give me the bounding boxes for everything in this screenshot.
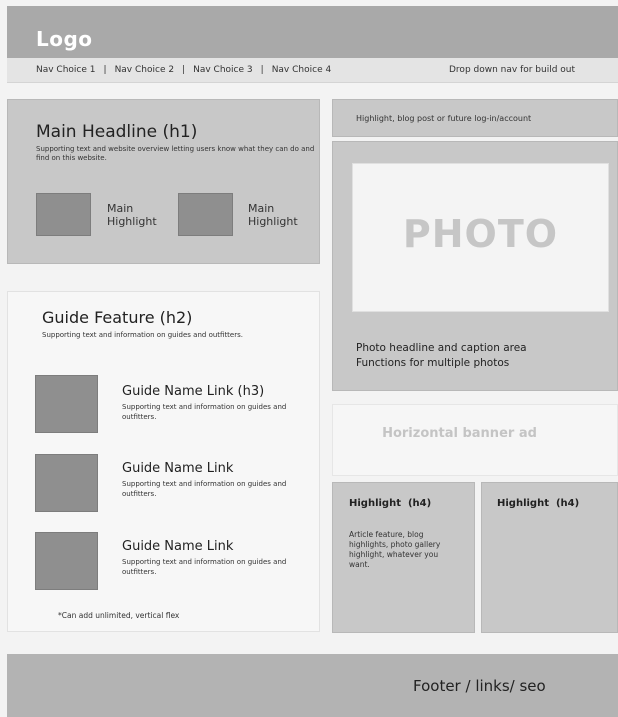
guide-support-text-3: Supporting text and information on guide… — [122, 558, 287, 576]
nav-choice-2[interactable]: Nav Choice 2 — [115, 65, 175, 75]
guide-thumbnail-1[interactable] — [35, 375, 98, 433]
main-highlight-thumbnail-1[interactable] — [36, 193, 91, 236]
logo[interactable]: Logo — [36, 27, 93, 51]
nav-separator: | — [182, 65, 186, 75]
main-headline: Main Headline (h1) — [36, 122, 198, 142]
guide-name-link-1[interactable]: Guide Name Link (h3) — [122, 384, 264, 399]
highlight-text-1: Article feature, blog highlights, photo … — [349, 530, 441, 569]
guide-feature-support-text: Supporting text and information on guide… — [42, 331, 243, 339]
guide-feature-heading: Guide Feature (h2) — [42, 308, 193, 327]
top-highlight-text: Highlight, blog post or future log-in/ac… — [356, 114, 532, 123]
photo-caption: Photo headline and caption area Function… — [356, 342, 527, 369]
guide-thumbnail-3[interactable] — [35, 532, 98, 590]
footer-links-text[interactable]: Footer / links/ seo — [413, 677, 546, 695]
nav-separator: | — [103, 65, 107, 75]
highlight-title-2: Highlight (h4) — [497, 498, 580, 509]
dropdown-nav-note: Drop down nav for build out — [449, 65, 576, 75]
highlight-title-1: Highlight (h4) — [349, 498, 432, 509]
photo-placeholder-label: PHOTO — [402, 212, 559, 256]
nav-separator: | — [260, 65, 264, 75]
nav-choice-1[interactable]: Nav Choice 1 — [36, 65, 96, 75]
main-highlight-label-1[interactable]: Main Highlight — [107, 202, 157, 228]
guide-name-link-2[interactable]: Guide Name Link — [122, 461, 233, 476]
main-headline-support-text: Supporting text and website overview let… — [36, 145, 315, 162]
guide-name-link-3[interactable]: Guide Name Link — [122, 539, 233, 554]
main-highlight-thumbnail-2[interactable] — [178, 193, 233, 236]
vertical-flex-note: *Can add unlimited, vertical flex — [58, 611, 180, 620]
guide-thumbnail-2[interactable] — [35, 454, 98, 512]
guide-support-text-2: Supporting text and information on guide… — [122, 480, 287, 498]
nav-choice-4[interactable]: Nav Choice 4 — [272, 65, 332, 75]
nav-list: Nav Choice 1 | Nav Choice 2 | Nav Choice 3 | N… — [36, 65, 331, 75]
header-bar — [7, 6, 618, 58]
nav-choice-3[interactable]: Nav Choice 3 — [193, 65, 253, 75]
main-highlight-label-2[interactable]: Main Highlight — [248, 202, 298, 228]
guide-support-text-1: Supporting text and information on guide… — [122, 403, 287, 421]
banner-ad-label: Horizontal banner ad — [382, 426, 537, 441]
